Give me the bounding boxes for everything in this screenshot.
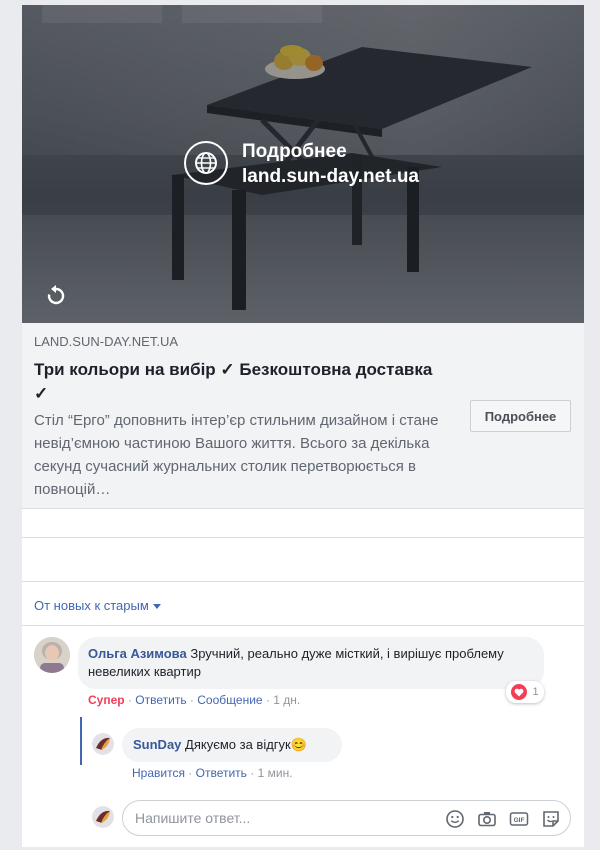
- reply-link[interactable]: Ответить: [135, 693, 186, 707]
- separator: ·: [250, 766, 255, 780]
- replay-icon[interactable]: [44, 284, 68, 308]
- avatar[interactable]: [92, 733, 114, 755]
- reply-thread-line: [80, 717, 82, 765]
- link-description: Стіл “Ерго” доповнить інтер’єр стильним …: [34, 412, 439, 498]
- comment-actions: Супер · Ответить · Сообщение · 1 дн.: [88, 693, 300, 707]
- learn-more-button[interactable]: Подробнее: [470, 400, 571, 432]
- avatar: [92, 806, 114, 828]
- divider: [22, 625, 584, 626]
- cta-title[interactable]: Подробнее: [242, 141, 347, 163]
- comment-sort-label: От новых к старым: [34, 598, 149, 613]
- avatar[interactable]: [34, 637, 70, 673]
- gif-label: GIF: [514, 817, 525, 824]
- message-link[interactable]: Сообщение: [197, 693, 262, 707]
- post-card: Подробнее land.sun-day.net.ua LAND.SUN-D…: [22, 5, 584, 847]
- reply-input[interactable]: Напишите ответ... GIF: [122, 800, 571, 836]
- heart-icon: [511, 684, 528, 700]
- separator: ·: [188, 766, 193, 780]
- reply-time[interactable]: 1 мин.: [258, 766, 293, 780]
- divider: [22, 537, 584, 538]
- camera-icon[interactable]: [477, 809, 497, 829]
- link-media[interactable]: Подробнее land.sun-day.net.ua: [22, 5, 584, 323]
- reply-text: Дякуємо за відгук: [185, 737, 291, 752]
- reply-bubble: SunDay Дякуємо за відгук😊: [122, 728, 342, 762]
- divider: [22, 581, 584, 582]
- reply-author[interactable]: SunDay: [133, 737, 181, 752]
- caret-down-icon: [152, 604, 161, 610]
- reply-link[interactable]: Ответить: [196, 766, 247, 780]
- media-overlay: [22, 5, 584, 323]
- comment-author[interactable]: Ольга Азимова: [88, 646, 187, 661]
- link-domain: LAND.SUN-DAY.NET.UA: [34, 334, 178, 349]
- cta-url[interactable]: land.sun-day.net.ua: [242, 166, 419, 188]
- globe-icon[interactable]: [184, 141, 228, 185]
- separator: ·: [189, 693, 194, 707]
- reaction-count: 1: [532, 686, 539, 698]
- gif-icon[interactable]: GIF: [509, 809, 529, 829]
- comment-bubble: Ольга Азимова Зручний, реально дуже міст…: [78, 637, 544, 689]
- like-link[interactable]: Нравится: [132, 766, 185, 780]
- reaction-super-link[interactable]: Супер: [88, 693, 125, 707]
- reaction-count-badge[interactable]: 1: [506, 681, 544, 703]
- reply-placeholder: Напишите ответ...: [135, 810, 251, 826]
- comment-sort-dropdown[interactable]: От новых к старым: [34, 598, 161, 613]
- separator: ·: [265, 693, 270, 707]
- comment-time[interactable]: 1 дн.: [273, 693, 300, 707]
- sticker-icon[interactable]: [541, 809, 561, 829]
- link-preview[interactable]: LAND.SUN-DAY.NET.UA Три кольори на вибір…: [22, 323, 584, 509]
- separator: ·: [127, 693, 132, 707]
- reply-actions: Нравится · Ответить · 1 мин.: [132, 766, 293, 780]
- link-headline[interactable]: Три кольори на вибір ✓ Безкоштовна доста…: [34, 358, 434, 406]
- emoji-icon[interactable]: [445, 809, 465, 829]
- smile-emoji: 😊: [290, 737, 307, 752]
